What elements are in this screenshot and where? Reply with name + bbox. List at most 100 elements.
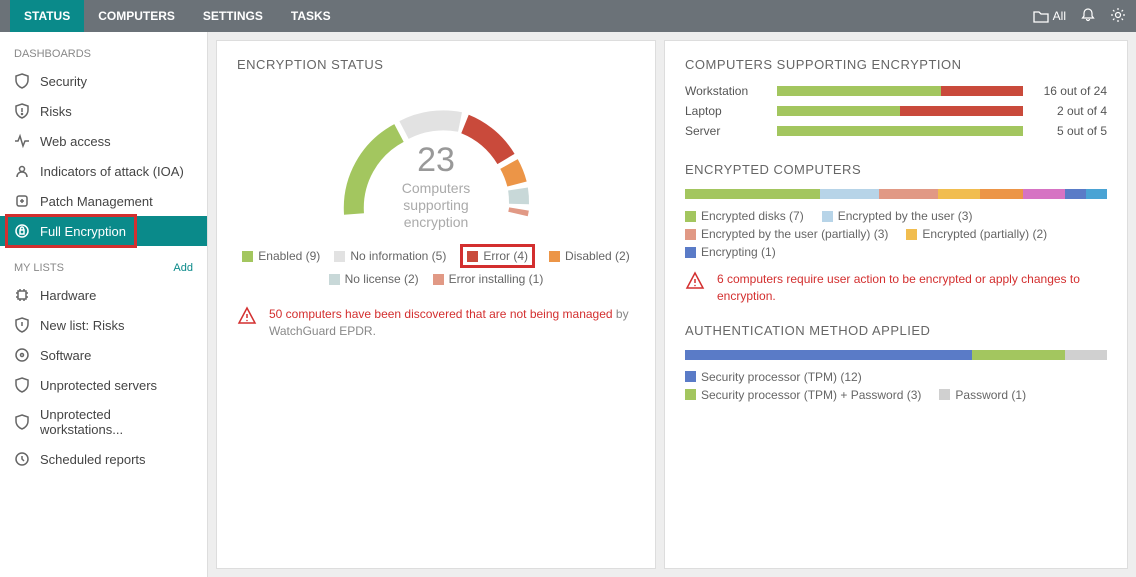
sidebar-item-webaccess[interactable]: Web access <box>0 126 207 156</box>
legend-item[interactable]: Security processor (TPM) + Password (3) <box>685 388 921 402</box>
tab-settings[interactable]: SETTINGS <box>189 0 277 32</box>
sidebar-item-ioa[interactable]: Indicators of attack (IOA) <box>0 156 207 186</box>
swatch-icon <box>433 274 444 285</box>
swatch-icon <box>939 389 950 400</box>
sidebar-item-risks[interactable]: Risks <box>0 96 207 126</box>
legend-label: Encrypted by the user (3) <box>838 209 973 223</box>
legend-item[interactable]: Security processor (TPM) (12) <box>685 370 862 384</box>
gear-icon[interactable] <box>1110 7 1126 26</box>
auth-section: AUTHENTICATION METHOD APPLIED Security p… <box>685 323 1107 402</box>
shield-alert-icon <box>14 103 30 119</box>
all-label: All <box>1053 9 1066 23</box>
encryption-status-title: ENCRYPTION STATUS <box>237 57 635 72</box>
bar-segment <box>685 189 820 199</box>
legend-item[interactable]: Error (4) <box>460 244 535 268</box>
tab-tasks[interactable]: TASKS <box>277 0 345 32</box>
supporting-row[interactable]: Server5 out of 5 <box>685 124 1107 138</box>
legend-item[interactable]: No information (5) <box>334 244 446 268</box>
legend-item[interactable]: Encrypted disks (7) <box>685 209 804 223</box>
gauge-chart[interactable]: 23 Computerssupportingencryption <box>316 84 556 234</box>
auth-title: AUTHENTICATION METHOD APPLIED <box>685 323 1107 338</box>
sidebar-item-label: Risks <box>40 104 72 119</box>
legend-item[interactable]: Encrypted by the user (3) <box>822 209 973 223</box>
bar-segment <box>879 189 938 199</box>
shield-off-icon <box>14 414 30 430</box>
right-panels: COMPUTERS SUPPORTING ENCRYPTION Workstat… <box>664 40 1128 569</box>
sidebar-item-security[interactable]: Security <box>0 66 207 96</box>
swatch-icon <box>685 389 696 400</box>
legend-item[interactable]: Password (1) <box>939 388 1026 402</box>
bar-segment <box>972 350 1065 360</box>
swatch-icon <box>822 211 833 222</box>
encrypted-warning[interactable]: 6 computers require user action to be en… <box>685 271 1107 305</box>
legend-item[interactable]: Disabled (2) <box>549 244 630 268</box>
legend-item[interactable]: Encrypted (partially) (2) <box>906 227 1047 241</box>
swatch-icon <box>685 247 696 258</box>
sidebar-item-label: Web access <box>40 134 111 149</box>
folder-all-icon[interactable]: All <box>1033 9 1066 23</box>
sidebar-item-scheduled-reports[interactable]: Scheduled reports <box>0 444 207 474</box>
patch-icon <box>14 193 30 209</box>
shield-off-icon <box>14 377 30 393</box>
legend-item[interactable]: Enabled (9) <box>242 244 320 268</box>
row-count: 16 out of 24 <box>1035 84 1107 98</box>
gauge-label: Computerssupportingencryption <box>316 180 556 230</box>
sidebar-item-label: Software <box>40 348 91 363</box>
row-label: Workstation <box>685 84 765 98</box>
sidebar-item-unprotected-workstations[interactable]: Unprotected workstations... <box>0 400 207 444</box>
sidebar-item-hardware[interactable]: Hardware <box>0 280 207 310</box>
swatch-icon <box>685 229 696 240</box>
row-count: 2 out of 4 <box>1035 104 1107 118</box>
encryption-status-panel: ENCRYPTION STATUS 23 <box>216 40 656 569</box>
swatch-icon <box>906 229 917 240</box>
auth-bar[interactable] <box>685 350 1107 360</box>
status-legend: Enabled (9) No information (5) Error (4) Di… <box>237 244 635 286</box>
sidebar-item-patch[interactable]: Patch Management <box>0 186 207 216</box>
tab-computers[interactable]: COMPUTERS <box>84 0 189 32</box>
row-bar <box>777 86 1023 96</box>
encrypted-title: ENCRYPTED COMPUTERS <box>685 162 1107 177</box>
activity-icon <box>14 133 30 149</box>
unmanaged-warning[interactable]: 50 computers have been discovered that a… <box>237 306 635 340</box>
sidebar-item-label: New list: Risks <box>40 318 125 333</box>
swatch-icon <box>467 251 478 262</box>
encrypted-bar[interactable] <box>685 189 1107 199</box>
legend-item[interactable]: No license (2) <box>329 272 419 286</box>
legend-item[interactable]: Error installing (1) <box>433 272 544 286</box>
auth-legend: Security processor (TPM) (12) Security pr… <box>685 370 1107 402</box>
bar-segment <box>1065 350 1107 360</box>
supporting-row[interactable]: Laptop 2 out of 4 <box>685 104 1107 118</box>
legend-label: Password (1) <box>955 388 1026 402</box>
bar-segment <box>685 350 972 360</box>
warning-icon <box>685 271 705 294</box>
legend-label: No information (5) <box>350 249 446 263</box>
supporting-row[interactable]: Workstation 16 out of 24 <box>685 84 1107 98</box>
sidebar-item-label: Patch Management <box>40 194 153 209</box>
bar-segment <box>1065 189 1086 199</box>
clock-icon <box>14 451 30 467</box>
add-list-button[interactable]: Add <box>173 262 193 274</box>
row-label: Laptop <box>685 104 765 118</box>
sidebar-item-software[interactable]: Software <box>0 340 207 370</box>
sidebar-item-unprotected-servers[interactable]: Unprotected servers <box>0 370 207 400</box>
bar-segment <box>1086 189 1107 199</box>
legend-label: Encrypting (1) <box>701 245 776 259</box>
legend-label: No license (2) <box>345 272 419 286</box>
encrypted-section: ENCRYPTED COMPUTERS Encrypted disks (7)E… <box>685 162 1107 305</box>
legend-item[interactable]: Encrypted by the user (partially) (3) <box>685 227 888 241</box>
tab-status[interactable]: STATUS <box>10 0 84 32</box>
lock-icon <box>14 223 30 239</box>
swatch-icon <box>685 211 696 222</box>
swatch-icon <box>242 251 253 262</box>
swatch-icon <box>334 251 345 262</box>
legend-item[interactable]: Encrypting (1) <box>685 245 776 259</box>
legend-label: Disabled (2) <box>565 249 630 263</box>
swatch-icon <box>329 274 340 285</box>
bell-icon[interactable] <box>1080 7 1096 26</box>
encrypted-legend: Encrypted disks (7) Encrypted by the user… <box>685 209 1107 259</box>
sidebar-item-label: Indicators of attack (IOA) <box>40 164 184 179</box>
sidebar-item-label: Scheduled reports <box>40 452 146 467</box>
sidebar-item-newlist-risks[interactable]: New list: Risks <box>0 310 207 340</box>
legend-label: Security processor (TPM) + Password (3) <box>701 388 921 402</box>
sidebar-item-encryption[interactable]: Full Encryption <box>0 216 207 246</box>
